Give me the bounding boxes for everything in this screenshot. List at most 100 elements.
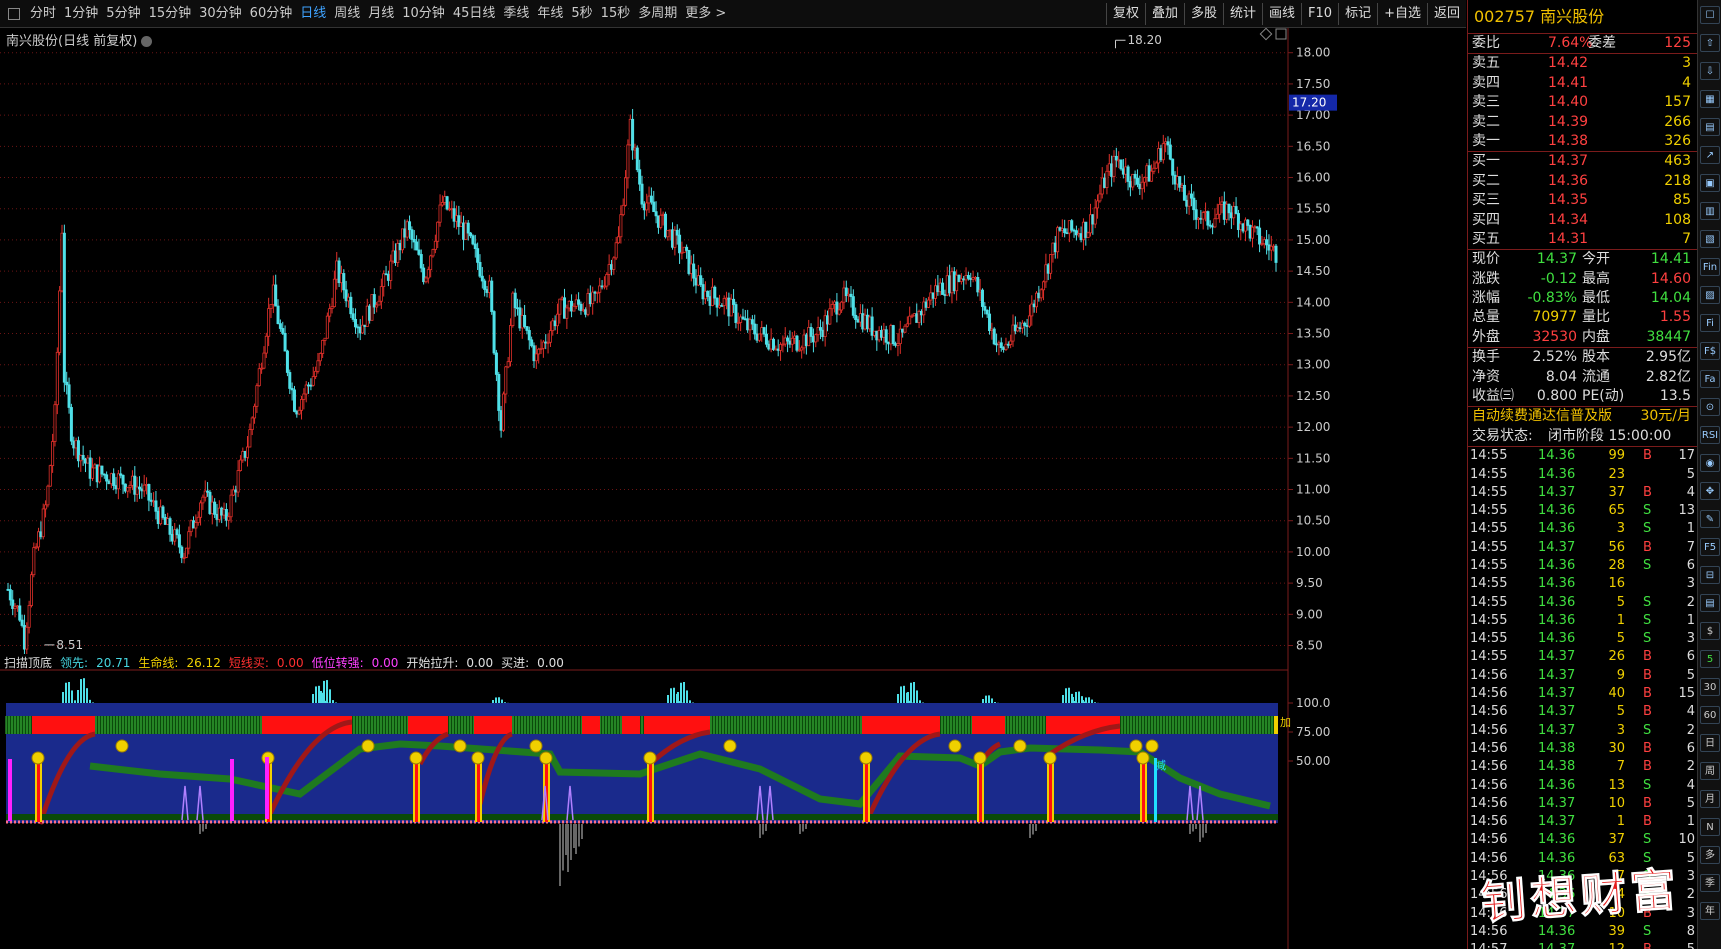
side-tool-icon[interactable]: 30 xyxy=(1700,678,1720,696)
promo-row[interactable]: 自动续费通达信普及版 30元/月 xyxy=(1468,407,1697,426)
candle-body xyxy=(743,318,747,321)
side-tool-icon[interactable]: 日 xyxy=(1700,734,1720,752)
window-icon[interactable] xyxy=(8,7,20,20)
candle-body xyxy=(250,417,254,431)
tool-button-3[interactable]: 统计 xyxy=(1223,3,1262,25)
side-tool-icon[interactable]: 季 xyxy=(1700,874,1720,892)
candle-body xyxy=(1206,211,1210,226)
tool-button-1[interactable]: 叠加 xyxy=(1144,3,1184,25)
side-tool-icon[interactable]: ⇩ xyxy=(1700,62,1720,80)
promo-text: 自动续费通达信普及版 xyxy=(1472,408,1612,425)
side-tool-icon[interactable]: ▥ xyxy=(1700,202,1720,220)
side-tool-icon[interactable]: ▨ xyxy=(1700,286,1720,304)
candle-body xyxy=(1227,203,1231,214)
side-tool-icon[interactable]: ⇧ xyxy=(1700,34,1720,52)
side-tool-icon[interactable]: 年 xyxy=(1700,902,1720,920)
candle-body xyxy=(795,335,799,351)
tool-button-0[interactable]: 复权 xyxy=(1105,3,1145,25)
side-tool-icon[interactable]: ▤ xyxy=(1700,594,1720,612)
signal-bar-core xyxy=(649,758,652,822)
side-tool-icon[interactable]: ✥ xyxy=(1700,482,1720,500)
top-histogram-bar xyxy=(910,682,912,703)
fund-value: 2.82亿 xyxy=(1645,368,1691,385)
period-tab-0[interactable]: 分时 xyxy=(26,0,60,28)
tool-button-4[interactable]: 画线 xyxy=(1262,3,1301,25)
period-tab-6[interactable]: 日线 xyxy=(296,0,330,28)
candle-body xyxy=(1164,141,1168,145)
candle-body xyxy=(525,326,529,331)
side-tool-icon[interactable]: ▦ xyxy=(1700,90,1720,108)
side-tool-icon[interactable]: Fi xyxy=(1700,314,1720,332)
period-tab-16[interactable]: 更多 > xyxy=(681,0,730,28)
side-tool-icon[interactable]: ⊙ xyxy=(1700,398,1720,416)
side-tool-icon[interactable]: Fa xyxy=(1700,370,1720,388)
period-tab-9[interactable]: 10分钟 xyxy=(398,0,449,28)
candle-body xyxy=(908,315,912,325)
tool-button-7[interactable]: +自选 xyxy=(1377,3,1427,25)
status-label: 交易状态: xyxy=(1472,427,1533,444)
candle-body xyxy=(184,547,188,558)
period-tab-14[interactable]: 15秒 xyxy=(597,0,635,28)
candle-body xyxy=(304,384,308,395)
signal-bar-core xyxy=(1049,758,1052,822)
tool-button-5[interactable]: F10 xyxy=(1301,3,1338,25)
price-tick-label: 9.50 xyxy=(1296,576,1323,590)
fund-row: 收益㈢ 0.800 PE(动) 13.5 xyxy=(1468,387,1697,406)
period-tab-3[interactable]: 15分钟 xyxy=(145,0,196,28)
candle-body xyxy=(62,232,66,383)
candle-body xyxy=(98,465,102,483)
side-tool-icon[interactable]: ◉ xyxy=(1700,454,1720,472)
tick-volume: 12 xyxy=(1608,941,1625,949)
side-tool-icon[interactable]: $ xyxy=(1700,622,1720,640)
indicator-label: 生命线: xyxy=(138,656,179,670)
period-tab-2[interactable]: 5分钟 xyxy=(102,0,144,28)
quote-row: 现价 14.37 今开 14.41 xyxy=(1468,250,1697,269)
side-tool-icon[interactable]: ▧ xyxy=(1700,230,1720,248)
quote-label: 量比 xyxy=(1582,309,1610,326)
top-histogram-bar xyxy=(982,699,984,703)
period-tab-5[interactable]: 60分钟 xyxy=(246,0,297,28)
top-histogram-bar xyxy=(68,681,70,703)
status-value: 闭市阶段 15:00:00 xyxy=(1548,427,1672,444)
side-tool-icon[interactable]: N xyxy=(1700,818,1720,836)
period-tab-1[interactable]: 1分钟 xyxy=(60,0,102,28)
candle-body xyxy=(548,330,552,343)
side-tool-icon[interactable]: ▤ xyxy=(1700,118,1720,136)
tick-count: 7 xyxy=(1686,539,1695,555)
indicator-chart[interactable]: 100.0 75.00 50.00 减 加 扫描顶底 领先: 20.71 生命线: 26.12 短… xyxy=(0,654,1466,949)
side-tool-icon[interactable]: 周 xyxy=(1700,762,1720,780)
side-tool-icon[interactable]: ⊟ xyxy=(1700,566,1720,584)
side-tool-icon[interactable]: RSI xyxy=(1700,426,1720,444)
kline-chart[interactable]: 18.00 17.50 17.00 16.50 16.00 15.50 15.00 14.50… xyxy=(0,27,1466,716)
chevron-down-icon[interactable] xyxy=(141,36,153,47)
side-tool-icon[interactable]: Fin xyxy=(1700,258,1720,276)
period-tab-15[interactable]: 多周期 xyxy=(634,0,681,28)
tick-price: 14.36 xyxy=(1538,594,1576,610)
tool-button-6[interactable]: 标记 xyxy=(1338,3,1377,25)
period-tab-7[interactable]: 周线 xyxy=(330,0,364,28)
side-tool-icon[interactable]: ✎ xyxy=(1700,510,1720,528)
side-tool-icon[interactable]: F$ xyxy=(1700,342,1720,360)
side-tool-icon[interactable]: 5 xyxy=(1700,650,1720,668)
price-tick-label: 15.00 xyxy=(1296,233,1330,247)
candle-body xyxy=(997,342,1001,345)
period-tab-11[interactable]: 季线 xyxy=(499,0,533,28)
candle-body xyxy=(440,202,444,206)
side-tool-icon[interactable]: 60 xyxy=(1700,706,1720,724)
period-tab-10[interactable]: 45日线 xyxy=(449,0,500,28)
side-tool-icon[interactable]: 月 xyxy=(1700,790,1720,808)
side-tool-icon[interactable]: ☐ xyxy=(1700,6,1720,24)
tool-button-2[interactable]: 多股 xyxy=(1183,3,1223,25)
period-tab-13[interactable]: 5秒 xyxy=(567,0,596,28)
side-tool-icon[interactable]: ▣ xyxy=(1700,174,1720,192)
side-tool-icon[interactable]: 多 xyxy=(1700,846,1720,864)
side-tool-icon[interactable]: ↗ xyxy=(1700,146,1720,164)
period-tab-12[interactable]: 年线 xyxy=(533,0,567,28)
candle-body xyxy=(581,309,585,312)
side-tool-icon[interactable]: F5 xyxy=(1700,538,1720,556)
period-tab-4[interactable]: 30分钟 xyxy=(195,0,246,28)
period-tab-8[interactable]: 月线 xyxy=(364,0,398,28)
tool-button-8[interactable]: 返回 xyxy=(1426,3,1466,25)
candle-body xyxy=(966,275,970,279)
candle-body xyxy=(741,316,745,320)
